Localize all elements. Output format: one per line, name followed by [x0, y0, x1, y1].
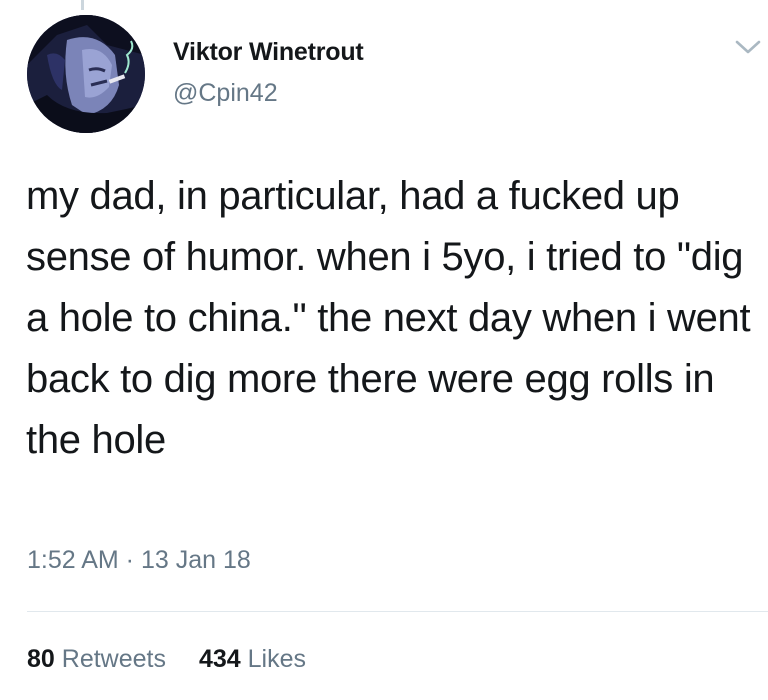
- tweet-text: my dad, in particular, had a fucked up s…: [26, 174, 751, 462]
- retweets-label: Retweets: [61, 645, 166, 673]
- chevron-down-icon[interactable]: [734, 38, 762, 56]
- tweet-stats: 80 Retweets 434 Likes: [27, 645, 306, 674]
- author-display-name[interactable]: Viktor Winetrout: [173, 38, 364, 67]
- retweets-count: 80: [27, 645, 55, 673]
- tweet-timestamp[interactable]: 1:52 AM · 13 Jan 18: [27, 546, 251, 575]
- likes-count: 434: [198, 645, 241, 673]
- thread-connector-line: [81, 0, 84, 10]
- likes-stat[interactable]: 434 Likes: [199, 645, 306, 674]
- likes-label: Likes: [247, 645, 306, 673]
- avatar-image: [27, 15, 145, 133]
- retweets-stat[interactable]: 80 Retweets: [27, 645, 166, 674]
- divider: [27, 611, 768, 612]
- author-handle[interactable]: @Cpin42: [173, 79, 278, 108]
- avatar[interactable]: [27, 15, 145, 133]
